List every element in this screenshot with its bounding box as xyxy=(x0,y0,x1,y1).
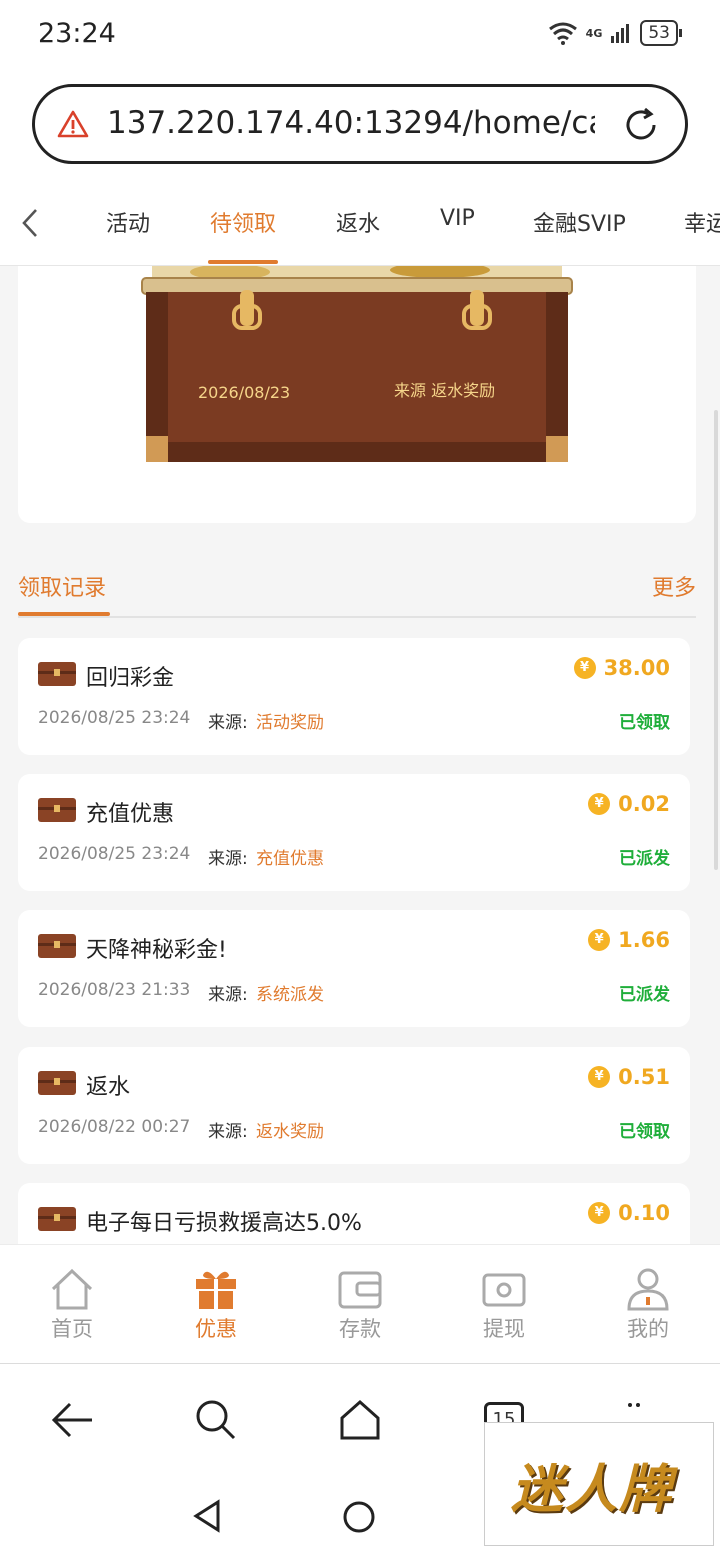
record-time: 2026/08/25 23:24 xyxy=(38,844,191,864)
record-amount: ¥0.51 xyxy=(588,1065,670,1089)
user-icon xyxy=(627,1268,669,1311)
chest-small-icon xyxy=(38,1071,76,1095)
record-source-label: 来源: xyxy=(208,849,248,869)
record-amount-value: 1.66 xyxy=(618,928,670,952)
network-type: 4G xyxy=(585,26,603,40)
bottom-nav: 首页 优惠 存款 提现 我的 xyxy=(0,1244,720,1364)
warning-icon[interactable] xyxy=(57,109,89,139)
record-source: 活动奖励 xyxy=(256,713,324,733)
home-icon[interactable] xyxy=(338,1398,382,1442)
url-text[interactable]: 137.220.174.40:13294/home/canR xyxy=(107,105,595,141)
nav-deposit[interactable]: 存款 xyxy=(310,1267,410,1347)
signal-icon xyxy=(611,24,630,43)
treasure-chest-icon xyxy=(141,266,573,462)
record-title: 充值优惠 xyxy=(86,802,175,827)
coin-icon: ¥ xyxy=(588,1066,611,1088)
record-card[interactable]: 回归彩金 ¥38.00 2026/08/25 23:24 来源: 活动奖励 已领… xyxy=(18,638,690,755)
chest-small-icon xyxy=(38,662,76,686)
record-source-label: 来源: xyxy=(208,985,248,1005)
record-source: 返水奖励 xyxy=(256,1122,324,1142)
active-tab-indicator xyxy=(208,260,278,264)
coin-icon: ¥ xyxy=(573,657,596,679)
more-icon[interactable] xyxy=(628,1400,640,1410)
watermark-logo: 迷人牌 xyxy=(484,1422,714,1546)
scrollbar[interactable] xyxy=(714,410,718,870)
watermark-text: 迷人牌 xyxy=(511,1459,674,1520)
chevron-left-icon[interactable] xyxy=(18,206,44,240)
record-status: 已领取 xyxy=(619,1122,670,1142)
nav-home[interactable]: 首页 xyxy=(22,1267,122,1347)
nav-home-label: 首页 xyxy=(51,1317,93,1341)
wifi-icon xyxy=(548,22,577,45)
record-card[interactable]: 充值优惠 ¥0.02 2026/08/25 23:24 来源: 充值优惠 已派发 xyxy=(18,774,690,891)
cash-icon xyxy=(482,1273,526,1307)
record-title: 回归彩金 xyxy=(86,666,175,691)
record-source: 系统派发 xyxy=(256,985,324,1005)
record-source: 充值优惠 xyxy=(256,849,324,869)
back-arrow-icon[interactable] xyxy=(50,1400,94,1440)
system-back-icon[interactable] xyxy=(190,1498,224,1534)
nav-withdraw[interactable]: 提现 xyxy=(454,1267,554,1347)
record-amount-value: 0.51 xyxy=(618,1065,670,1089)
records-title-underline xyxy=(18,612,110,616)
chest-small-icon xyxy=(38,798,76,822)
browser-toolbar: 137.220.174.40:13294/home/canR xyxy=(0,70,720,180)
nav-profile[interactable]: 我的 xyxy=(598,1267,698,1347)
search-icon[interactable] xyxy=(194,1398,238,1442)
tab-pending[interactable]: 待领取 xyxy=(210,206,276,238)
record-source-label: 来源: xyxy=(208,713,248,733)
wallet-icon xyxy=(338,1271,382,1309)
record-amount: ¥1.66 xyxy=(588,928,670,952)
reward-chest-card[interactable]: 2026/08/23 来源 返水奖励 xyxy=(18,266,696,523)
chest-date: 2026/08/23 xyxy=(198,383,291,402)
coin-icon: ¥ xyxy=(588,1202,611,1224)
record-status: 已派发 xyxy=(619,849,670,869)
nav-profile-label: 我的 xyxy=(627,1317,669,1341)
record-amount: ¥0.02 xyxy=(588,792,670,816)
coin-icon: ¥ xyxy=(588,929,611,951)
record-amount: ¥38.00 xyxy=(573,656,670,680)
chest-small-icon xyxy=(38,1207,76,1231)
battery-indicator: 53 xyxy=(640,20,682,46)
tab-vip[interactable]: VIP xyxy=(440,206,475,231)
address-bar[interactable]: 137.220.174.40:13294/home/canR xyxy=(32,84,688,164)
coin-icon: ¥ xyxy=(588,793,611,815)
record-amount-value: 0.02 xyxy=(618,792,670,816)
status-icons: 4G 53 xyxy=(548,20,682,46)
nav-withdraw-label: 提现 xyxy=(483,1317,525,1341)
records-header: 领取记录 更多 xyxy=(18,560,696,618)
record-amount: ¥0.10 xyxy=(588,1201,670,1225)
record-amount-value: 0.10 xyxy=(618,1201,670,1225)
tab-finance-svip[interactable]: 金融SVIP xyxy=(533,206,626,238)
record-time: 2026/08/25 23:24 xyxy=(38,708,191,728)
record-title: 天降神秘彩金! xyxy=(86,938,227,963)
record-card[interactable]: 天降神秘彩金! ¥1.66 2026/08/23 21:33 来源: 系统派发 … xyxy=(18,910,690,1027)
tab-lucky[interactable]: 幸运 xyxy=(684,206,720,238)
reload-icon[interactable] xyxy=(621,105,661,145)
category-tabs: 活动 待领取 返水 VIP 金融SVIP 幸运 xyxy=(0,180,720,266)
gift-icon xyxy=(196,1271,236,1309)
nav-promotions-label: 优惠 xyxy=(195,1317,237,1341)
nav-deposit-label: 存款 xyxy=(339,1317,381,1341)
record-source-label: 来源: xyxy=(208,1122,248,1142)
record-status: 已派发 xyxy=(619,985,670,1005)
status-time: 23:24 xyxy=(38,18,116,49)
tab-rebate[interactable]: 返水 xyxy=(336,206,380,238)
records-title[interactable]: 领取记录 xyxy=(18,570,106,602)
record-card[interactable]: 返水 ¥0.51 2026/08/22 00:27 来源: 返水奖励 已领取 xyxy=(18,1047,690,1164)
status-bar: 23:24 4G 53 xyxy=(0,0,720,70)
record-status: 已领取 xyxy=(619,713,670,733)
chest-source: 来源 返水奖励 xyxy=(394,381,496,400)
nav-promotions[interactable]: 优惠 xyxy=(166,1267,266,1347)
record-time: 2026/08/23 21:33 xyxy=(38,980,191,1000)
record-title: 返水 xyxy=(86,1075,131,1100)
tab-activity[interactable]: 活动 xyxy=(106,206,150,238)
system-home-icon[interactable] xyxy=(342,1500,376,1534)
record-time: 2026/08/22 00:27 xyxy=(38,1117,191,1137)
records-more-link[interactable]: 更多 xyxy=(652,570,696,602)
home-icon xyxy=(51,1268,93,1310)
chest-small-icon xyxy=(38,934,76,958)
record-amount-value: 38.00 xyxy=(603,656,670,680)
record-title: 电子每日亏损救援高达5.0% xyxy=(86,1211,362,1236)
